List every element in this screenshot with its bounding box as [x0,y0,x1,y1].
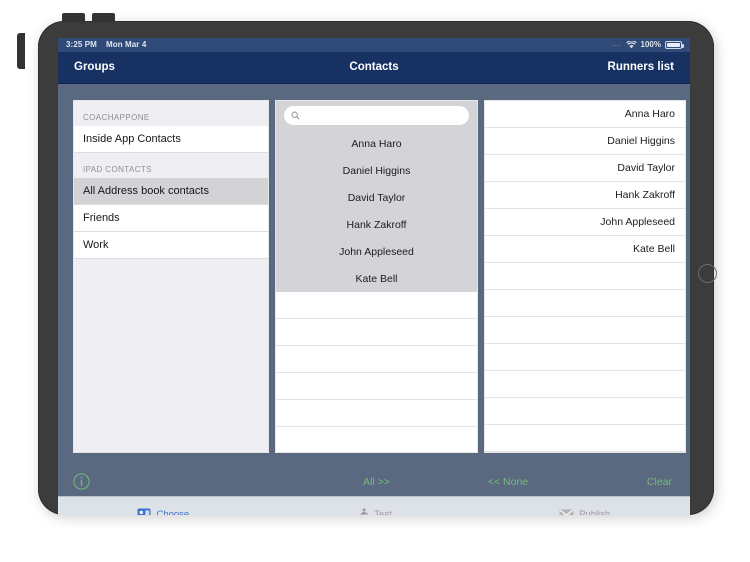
runner-list-item[interactable]: Daniel Higgins [485,128,685,155]
search-bar-container [276,101,477,130]
tab-bar: Choose Test Publish [58,496,690,515]
sidebar-item-all-address-book-contacts[interactable]: All Address book contacts [74,178,268,205]
runner-list-item[interactable]: Kate Bell [485,236,685,263]
tab-choose[interactable]: Choose [58,508,269,515]
volume-up-button[interactable] [62,13,85,22]
battery-percent-label: 100% [640,40,661,49]
groups-section-header: COACHAPPONE [74,101,268,126]
info-circle-icon[interactable] [73,473,90,492]
contact-list-item[interactable]: John Appleseed [276,238,477,265]
action-bar: All >> << None Clear [58,469,690,496]
status-date: Mon Mar 4 [105,40,147,49]
runners-list: Anna Haro Daniel Higgins David Taylor Hank … [485,101,685,452]
sidebar-item-work[interactable]: Work [74,232,268,259]
contact-empty-row [276,319,477,346]
contact-list-item[interactable]: Daniel Higgins [276,157,477,184]
runner-empty-row [485,371,685,398]
groups-empty-space [74,259,268,452]
sidebar-item-label: Work [83,239,109,251]
search-input[interactable] [300,106,469,125]
status-time: 3:25 PM [66,40,97,49]
groups-panel: COACHAPPONE Inside App Contacts IPAD CON… [73,100,269,453]
home-button[interactable] [698,264,717,283]
search-icon [291,111,300,120]
wifi-icon [625,41,637,49]
runners-panel: Anna Haro Daniel Higgins David Taylor Hank … [484,100,686,453]
contacts-panel: Anna Haro Daniel Higgins David Taylor Hank … [275,100,478,453]
runner-list-item[interactable]: David Taylor [485,155,685,182]
contact-empty-row [276,427,477,452]
groups-section-header: IPAD CONTACTS [74,153,268,178]
sidebar-item-label: All Address book contacts [83,185,209,197]
tab-test[interactable]: Test [269,507,480,516]
runner-empty-row [485,425,685,452]
sidebar-item-friends[interactable]: Friends [74,205,268,232]
clear-button[interactable]: Clear [647,469,672,496]
contacts-icon [137,508,151,515]
signal-dots-icon: .... [611,41,622,48]
content-area: COACHAPPONE Inside App Contacts IPAD CON… [58,84,690,469]
volume-down-button[interactable] [92,13,115,22]
contact-empty-row [276,400,477,427]
contact-empty-row [276,346,477,373]
contact-empty-row [276,373,477,400]
envelope-icon [559,509,574,515]
status-bar: 3:25 PM Mon Mar 4 .... 100% [58,38,690,52]
tab-label: Choose [156,508,190,516]
contact-list-item[interactable]: Kate Bell [276,265,477,292]
runner-list-item[interactable]: Hank Zakroff [485,182,685,209]
tab-publish[interactable]: Publish [479,508,690,516]
contact-list-item[interactable]: David Taylor [276,184,477,211]
contact-list-item[interactable]: Hank Zakroff [276,211,477,238]
tab-label: Test [374,508,392,516]
contacts-list: Anna Haro Daniel Higgins David Taylor Hank … [276,130,477,452]
contact-empty-row [276,292,477,319]
battery-full-icon [665,41,684,49]
sidebar-item-label: Inside App Contacts [83,133,181,145]
running-icon [356,507,369,515]
runner-empty-row [485,290,685,317]
sidebar-item-inside-app-contacts[interactable]: Inside App Contacts [74,126,268,153]
ipad-screen: 3:25 PM Mon Mar 4 .... 100% Groups Conta… [58,38,690,515]
sidebar-item-label: Friends [83,212,120,224]
page-title: Contacts [349,61,399,73]
contact-list-item[interactable]: Anna Haro [276,130,477,157]
runner-empty-row [485,398,685,425]
status-right-group: .... 100% [611,38,684,52]
runner-empty-row [485,344,685,371]
search-box[interactable] [284,106,469,125]
select-none-button[interactable]: << None [428,469,588,496]
runner-list-item[interactable]: John Appleseed [485,209,685,236]
screenshot-stage: 3:25 PM Mon Mar 4 .... 100% Groups Conta… [0,0,750,562]
runner-empty-row [485,263,685,290]
runner-list-item[interactable]: Anna Haro [485,101,685,128]
navigation-bar: Groups Contacts Runners list [58,52,690,84]
tab-label: Publish [579,508,611,516]
nav-title-runners-list: Runners list [607,61,674,73]
runner-empty-row [485,317,685,344]
power-button[interactable] [17,33,25,69]
